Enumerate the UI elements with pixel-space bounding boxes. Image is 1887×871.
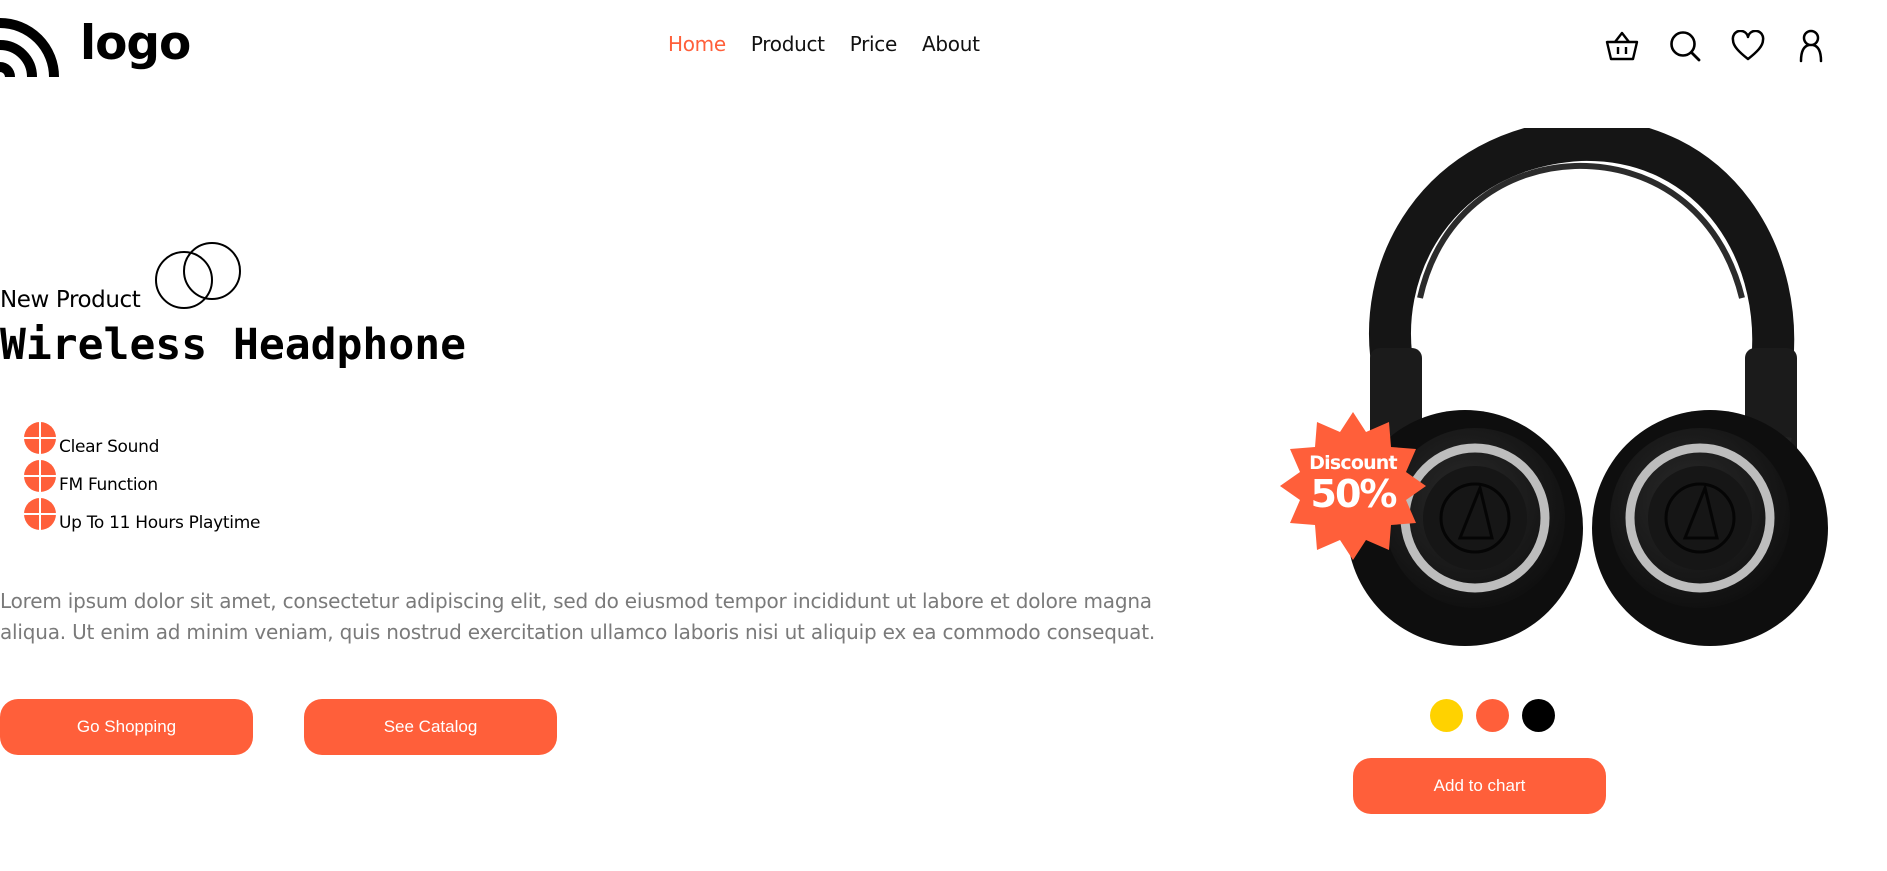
main-nav: Home Product Price About — [668, 32, 1005, 56]
feature-item: FM Function — [24, 460, 260, 498]
headphone-image — [1347, 128, 1828, 646]
add-to-cart-button[interactable]: Add to chart — [1353, 758, 1606, 814]
page-title: Wireless Headphone — [0, 320, 466, 370]
feature-label: Up To 11 Hours Playtime — [59, 513, 261, 533]
color-selector — [1430, 699, 1568, 732]
color-swatch-orange[interactable] — [1476, 699, 1509, 732]
logo-text: logo — [80, 15, 191, 71]
nav-home[interactable]: Home — [668, 32, 726, 56]
feature-list: Clear Sound FM Function Up To 11 Hours P… — [24, 422, 260, 536]
discount-value: 50% — [1310, 472, 1398, 516]
wishlist-button[interactable] — [1730, 28, 1766, 64]
discount-badge: Discount 50% — [1278, 410, 1428, 562]
basket-button[interactable] — [1604, 28, 1640, 64]
search-icon — [1670, 31, 1701, 62]
heart-icon — [1731, 30, 1765, 61]
badge-text: Discount 50% — [1278, 410, 1428, 562]
logo-mark-icon — [0, 18, 59, 77]
color-swatch-yellow[interactable] — [1430, 699, 1463, 732]
user-icon — [1799, 29, 1823, 63]
see-catalog-button[interactable]: See Catalog — [304, 699, 557, 755]
nav-price[interactable]: Price — [850, 32, 898, 56]
feature-label: FM Function — [59, 475, 158, 495]
rings-decoration-icon — [155, 242, 241, 309]
logo[interactable]: logo — [0, 14, 191, 78]
plus-circle-icon — [24, 460, 56, 492]
plus-circle-icon — [24, 498, 56, 530]
feature-item: Clear Sound — [24, 422, 260, 460]
feature-item: Up To 11 Hours Playtime — [24, 498, 260, 536]
search-button[interactable] — [1667, 28, 1703, 64]
go-shopping-button[interactable]: Go Shopping — [0, 699, 253, 755]
account-button[interactable] — [1793, 28, 1829, 64]
color-swatch-black[interactable] — [1522, 699, 1555, 732]
plus-circle-icon — [24, 422, 56, 454]
product-description: Lorem ipsum dolor sit amet, consectetur … — [0, 589, 1156, 644]
new-product-label: New Product — [0, 287, 141, 313]
basket-icon — [1605, 31, 1639, 61]
header-actions — [1604, 28, 1829, 64]
nav-product[interactable]: Product — [751, 32, 825, 56]
nav-about[interactable]: About — [922, 32, 980, 56]
discount-label: Discount — [1309, 452, 1397, 474]
feature-label: Clear Sound — [59, 437, 160, 457]
landing-page: logo Home Product Price About New Produc… — [0, 0, 1887, 871]
